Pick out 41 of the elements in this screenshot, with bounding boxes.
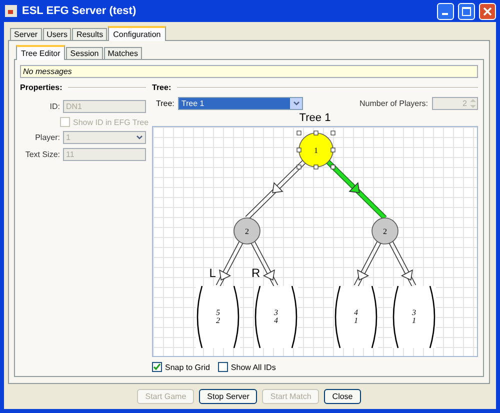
tree-title: Tree 1 <box>298 112 332 124</box>
tree-canvas[interactable]: L R 5 2 3 4 2 4 1 3 1 2 1 <box>152 126 478 357</box>
tab[interactable]: Server <box>10 28 42 40</box>
payoff-node[interactable]: 4 1 <box>334 286 378 348</box>
tab[interactable]: Results <box>72 28 108 40</box>
decision-node[interactable]: 2 <box>234 218 260 244</box>
payoff-value: 3 <box>412 308 416 317</box>
decision-node[interactable]: 2 <box>372 218 398 244</box>
payoff-node[interactable]: 3 4 <box>254 286 298 348</box>
tab[interactable]: Tree Editor <box>16 45 66 60</box>
payoff-value: 2 <box>216 316 220 325</box>
action-button[interactable]: Stop Server <box>199 389 258 404</box>
payoff-value: 3 <box>274 308 278 317</box>
tree-select[interactable]: Tree 1 <box>178 97 304 110</box>
field-label: Tree: <box>156 99 174 108</box>
payoff-value: 4 <box>354 308 358 317</box>
checkbox-label: Show All IDs <box>230 362 276 372</box>
field-label: Text Size: <box>24 150 60 159</box>
payoff-value: 1 <box>354 316 358 325</box>
checkbox-label: Snap to Grid <box>165 362 210 372</box>
edge-label: L <box>209 266 216 280</box>
payoff-node[interactable]: 3 1 <box>392 286 436 348</box>
window-title: ESL EFG Server (test) <box>22 5 138 17</box>
payoff-value: 1 <box>412 316 416 325</box>
properties-heading: Properties: <box>20 83 146 92</box>
field-label: Player: <box>34 133 60 142</box>
field-label: Number of Players: <box>360 99 428 108</box>
tab[interactable]: Users <box>42 28 72 40</box>
tab[interactable]: Matches <box>104 47 142 59</box>
message-field: No messages <box>20 65 478 78</box>
payoff-value: 5 <box>216 308 220 317</box>
decision-node[interactable]: 1 <box>296 130 336 170</box>
checkbox-label: Show ID in EFG Tree <box>73 118 149 126</box>
field-label: ID: <box>48 102 60 111</box>
tab[interactable]: Session <box>66 47 103 59</box>
action-button[interactable]: Close <box>324 389 361 404</box>
tree-heading: Tree: <box>152 83 478 92</box>
payoff-value: 4 <box>274 316 278 325</box>
payoff-node[interactable]: 5 2 <box>196 286 240 348</box>
tab[interactable]: Configuration <box>108 26 166 41</box>
edge-label: R <box>251 266 260 280</box>
